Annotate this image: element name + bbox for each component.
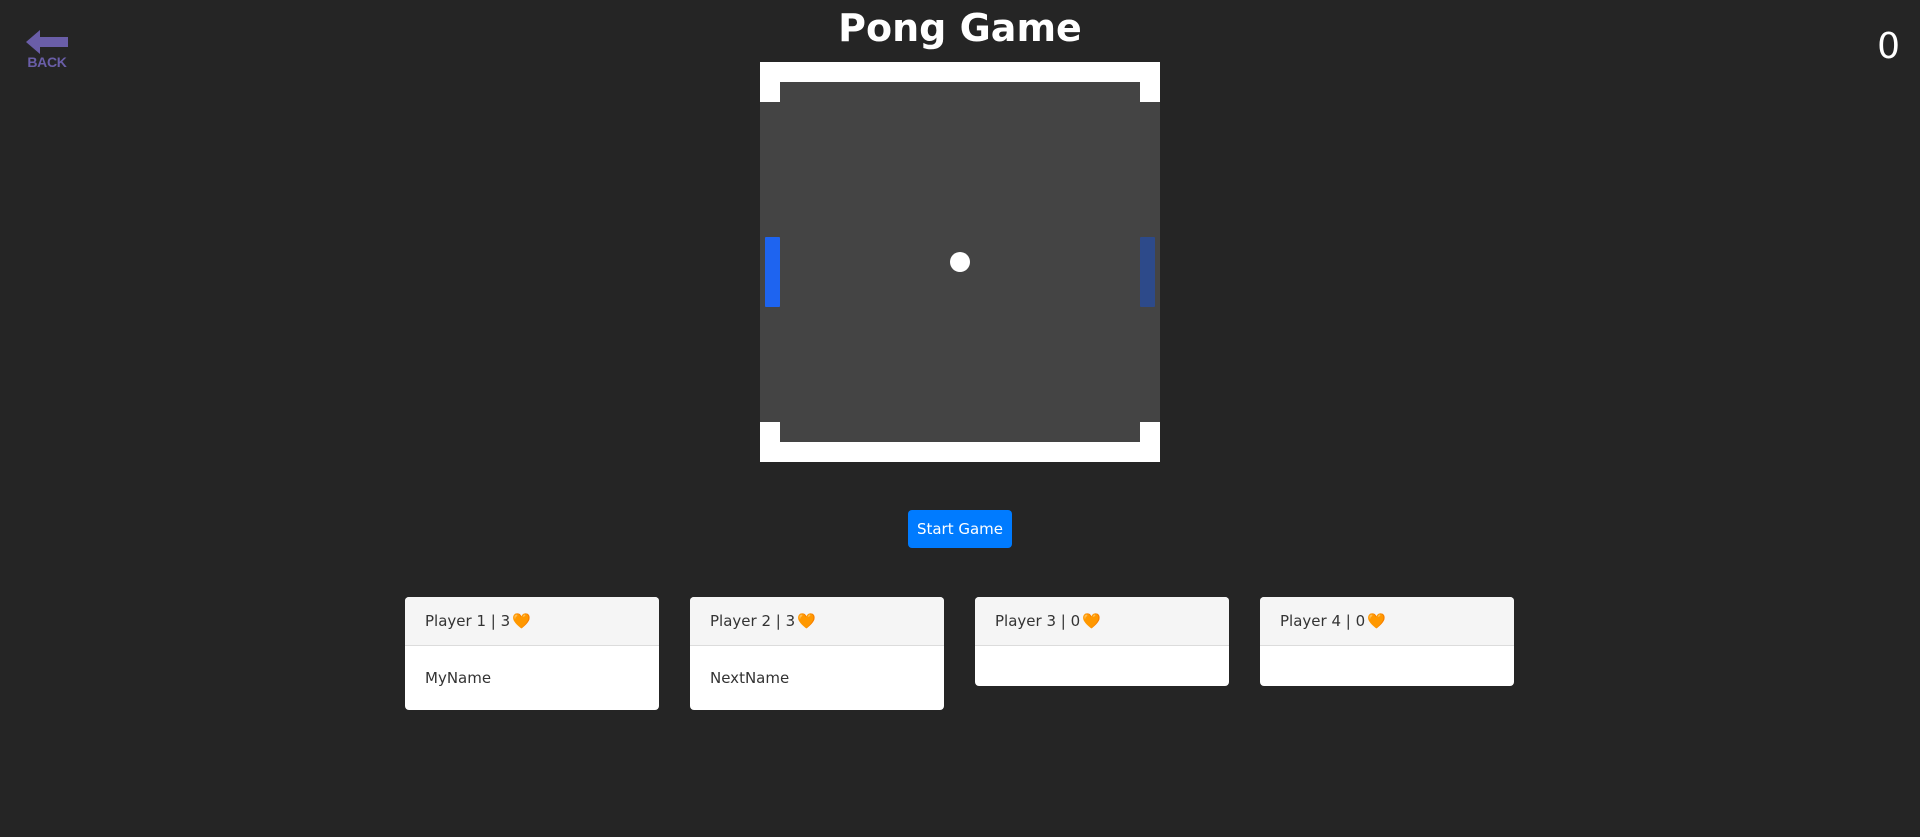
heart-icon: 🧡: [1367, 611, 1386, 630]
corner-top-right: [1140, 62, 1160, 102]
back-label: BACK: [27, 54, 67, 70]
player-card-header: Player 3 | 0 🧡: [975, 597, 1229, 646]
player-label: Player 4 | 0: [1280, 612, 1366, 630]
corner-bottom-right: [1140, 422, 1160, 462]
player-card-1: Player 1 | 3 🧡 MyName: [405, 597, 659, 710]
start-game-button[interactable]: Start Game: [908, 510, 1012, 548]
ball: [950, 252, 970, 272]
player-card-header: Player 2 | 3 🧡: [690, 597, 944, 646]
player-card-3: Player 3 | 0 🧡: [975, 597, 1229, 686]
corner-top-left: [760, 62, 780, 102]
player-label: Player 3 | 0: [995, 612, 1081, 630]
top-wall: [760, 62, 1160, 82]
corner-bottom-left: [760, 422, 780, 462]
player-label: Player 1 | 3: [425, 612, 511, 630]
bottom-wall: [760, 442, 1160, 462]
player-card-header: Player 4 | 0 🧡: [1260, 597, 1514, 646]
player-card-header: Player 1 | 3 🧡: [405, 597, 659, 646]
heart-icon: 🧡: [512, 611, 531, 630]
player-name: MyName: [425, 669, 492, 687]
player-name: NextName: [710, 669, 790, 687]
right-paddle: [1140, 237, 1155, 307]
player-name: [975, 646, 1229, 686]
player-label: Player 2 | 3: [710, 612, 796, 630]
player-name: [1260, 646, 1514, 686]
game-board[interactable]: [760, 62, 1160, 462]
heart-icon: 🧡: [797, 611, 816, 630]
page-title: Pong Game: [838, 6, 1082, 50]
heart-icon: 🧡: [1082, 611, 1101, 630]
player-card-2: Player 2 | 3 🧡 NextName: [690, 597, 944, 710]
left-paddle: [765, 237, 780, 307]
player-card-4: Player 4 | 0 🧡: [1260, 597, 1514, 686]
